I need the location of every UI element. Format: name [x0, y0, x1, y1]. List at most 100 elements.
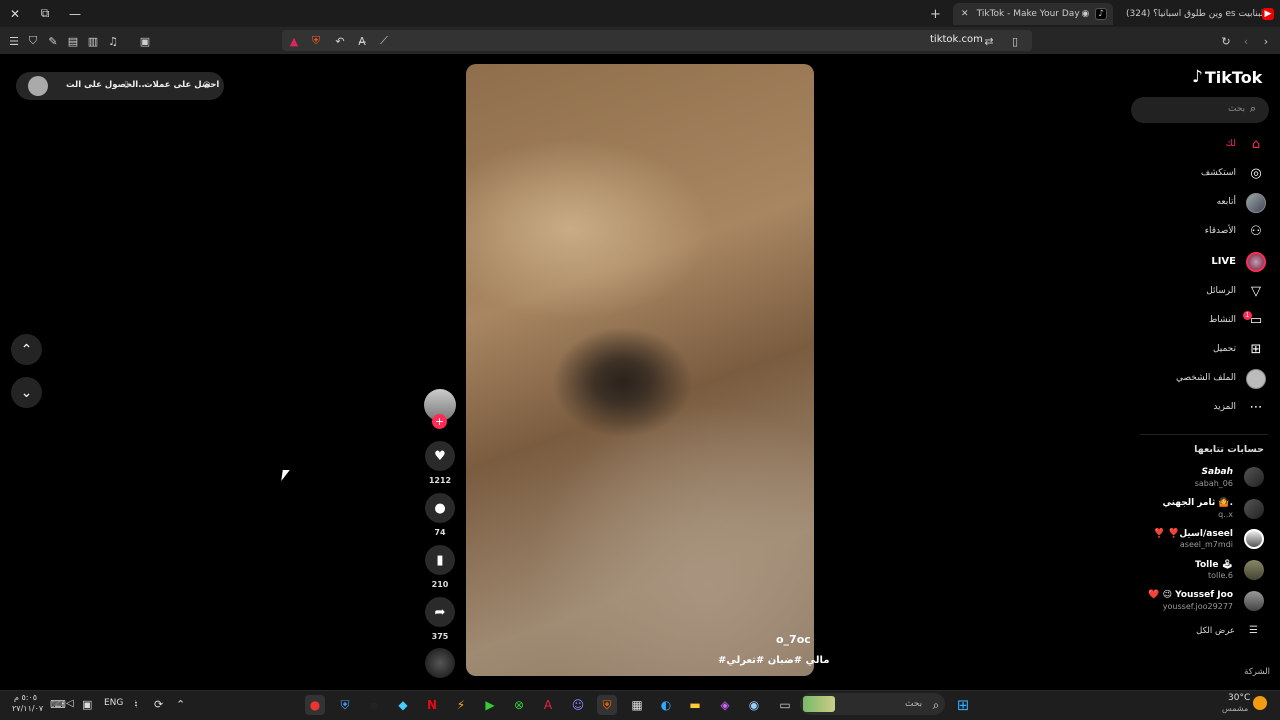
microphone-icon[interactable]: ♮	[134, 698, 138, 711]
nav-activity[interactable]: النشاط	[1209, 315, 1236, 325]
sync-icon[interactable]: ⟳	[154, 698, 163, 711]
share-button[interactable]: ➦	[425, 597, 455, 627]
office-icon[interactable]: ◈	[715, 695, 735, 715]
nav-profile[interactable]: الملف الشخصي	[1176, 373, 1236, 383]
app-icon-1[interactable]: ●	[305, 695, 325, 715]
nav-explore[interactable]: استكشف	[1201, 168, 1236, 178]
store-icon[interactable]: ▦	[627, 695, 647, 715]
video-player[interactable]	[466, 64, 814, 676]
shield-icon[interactable]: ⛉	[25, 33, 41, 49]
reload-icon[interactable]: ↻	[1218, 33, 1234, 49]
nav-messages[interactable]: الرسائل	[1206, 286, 1236, 296]
compass-icon[interactable]: ◎	[1247, 164, 1265, 182]
video-hashtags[interactable]: #مالي #ضبان #تعرلي	[718, 655, 829, 666]
more-icon[interactable]: ⋯	[1247, 398, 1265, 416]
app-icon-play[interactable]: ▶	[480, 695, 500, 715]
friends-icon[interactable]: ⚇	[1247, 222, 1265, 240]
app-icon-blank[interactable]: ▪	[364, 695, 384, 715]
nav-more[interactable]: المزيد	[1213, 402, 1236, 412]
xbox-icon[interactable]: ⊗	[509, 695, 529, 715]
show-all-link[interactable]: عرض الكل	[1196, 626, 1235, 636]
network-icon[interactable]: ▣	[82, 698, 92, 711]
start-button[interactable]: ⊞	[953, 695, 973, 715]
previous-video-button[interactable]: ⌃	[11, 334, 42, 365]
account-name[interactable]: ❤️ 😉 Youssef Joo	[1148, 590, 1233, 600]
get-coins-link-2[interactable]: الحصول على الت...	[66, 80, 148, 90]
file-explorer-icon[interactable]: ▬	[685, 695, 705, 715]
nav-following[interactable]: أتابعه	[1217, 197, 1236, 207]
clock-time[interactable]: ٥:٠٥ م	[14, 693, 37, 702]
edge-icon[interactable]: ◐	[656, 695, 676, 715]
nav-friends[interactable]: الأصدقاء	[1205, 226, 1236, 236]
site-settings-icon[interactable]: ⇄	[981, 33, 997, 49]
reader-icon[interactable]: ▤	[65, 33, 81, 49]
account-name[interactable]: ثامر الجهني 🤷.	[1163, 498, 1234, 508]
send-icon[interactable]: ▽	[1247, 282, 1265, 300]
comment-button[interactable]: ●	[425, 493, 455, 523]
sidebar-icon[interactable]: ▥	[85, 33, 101, 49]
back-icon[interactable]: ‹	[1238, 33, 1254, 49]
weather-temp[interactable]: 30°C	[1228, 693, 1250, 703]
live-avatar[interactable]	[1246, 252, 1266, 272]
new-tab-button[interactable]: +	[930, 3, 946, 25]
profile-avatar[interactable]	[1246, 369, 1266, 389]
account-avatar[interactable]	[1244, 499, 1264, 519]
screenshot-icon[interactable]: ▣	[137, 33, 153, 49]
following-avatar[interactable]	[1246, 193, 1266, 213]
nav-for-you[interactable]: لك	[1226, 139, 1236, 149]
upload-icon[interactable]: ⊞	[1247, 340, 1265, 358]
user-avatar[interactable]	[28, 76, 48, 96]
account-name[interactable]: ❣️ ❣️اسيل/aseel	[1154, 529, 1233, 539]
account-name[interactable]: Tolle 🕹	[1195, 560, 1233, 570]
acrobat-icon[interactable]: A	[538, 695, 558, 715]
discord-icon[interactable]: ☺	[568, 695, 588, 715]
volume-icon[interactable]: ◁	[66, 698, 74, 709]
home-icon[interactable]: ⌂	[1247, 135, 1265, 153]
close-window-button[interactable]: ✕	[0, 0, 30, 27]
pin-icon[interactable]: ✎	[45, 33, 61, 49]
notifications-icon[interactable]: ⌨	[50, 698, 66, 711]
account-avatar[interactable]	[1244, 467, 1264, 487]
music-disc-icon[interactable]	[425, 648, 455, 678]
bookmark-icon[interactable]: ▯	[1007, 33, 1023, 49]
netflix-icon[interactable]: N	[422, 695, 442, 715]
company-link[interactable]: الشركة	[1244, 667, 1270, 677]
like-button[interactable]: ♥	[425, 441, 455, 471]
tiktok-logo[interactable]: ♪ TikTok	[1192, 67, 1262, 87]
show-hidden-icons[interactable]: ⌃	[176, 698, 185, 711]
clock-date[interactable]: ٢٧/١١/٠٧	[12, 704, 43, 713]
video-username[interactable]: o_7oc	[776, 633, 811, 646]
tab-youtube[interactable]: (324) وين طلوق اسبانيا؟ es البنابيت - ne…	[1120, 3, 1280, 25]
sun-icon[interactable]	[1253, 696, 1267, 710]
app-icon-bolt[interactable]: ⚡	[451, 695, 471, 715]
address-bar[interactable]	[282, 30, 1032, 51]
follow-plus-icon[interactable]: +	[432, 414, 447, 429]
save-button[interactable]: ▮	[425, 545, 455, 575]
search-icon[interactable]: ⌕	[1250, 102, 1256, 116]
brave-icon[interactable]: ⛨	[597, 695, 617, 715]
nav-upload[interactable]: تحميل	[1213, 344, 1236, 354]
language-indicator[interactable]: ENG	[104, 698, 123, 708]
account-avatar[interactable]	[1244, 529, 1264, 549]
restore-window-button[interactable]: ⧉	[30, 0, 60, 27]
close-tab-icon[interactable]: ✕	[959, 8, 971, 20]
menu-icon[interactable]: ☰	[6, 33, 22, 49]
brave-rewards-icon[interactable]: ▲	[286, 33, 302, 49]
mute-icon[interactable]: ◉	[1080, 8, 1092, 20]
tab-tiktok[interactable]: ✕ TikTok - Make Your Day ◉ ♪	[953, 3, 1113, 25]
next-video-button[interactable]: ⌄	[11, 377, 42, 408]
minimize-window-button[interactable]: —	[60, 0, 90, 27]
brave-shield-icon[interactable]: ⛨	[308, 33, 324, 49]
extension-icon[interactable]: ⟋	[376, 33, 392, 49]
steam-icon[interactable]: ◉	[744, 695, 764, 715]
translate-icon[interactable]: A̶	[354, 33, 370, 49]
account-avatar[interactable]	[1244, 591, 1264, 611]
app-icon-drop[interactable]: ◆	[393, 695, 413, 715]
music-icon[interactable]: ♫	[105, 33, 121, 49]
back-arrow-icon[interactable]: ↶	[332, 33, 348, 49]
nav-live[interactable]: LIVE	[1211, 256, 1236, 267]
app-icon-window[interactable]: ▭	[775, 695, 795, 715]
account-avatar[interactable]	[1244, 560, 1264, 580]
app-icon-shield[interactable]: ⛨	[335, 695, 355, 715]
search-input[interactable]	[1131, 97, 1269, 123]
